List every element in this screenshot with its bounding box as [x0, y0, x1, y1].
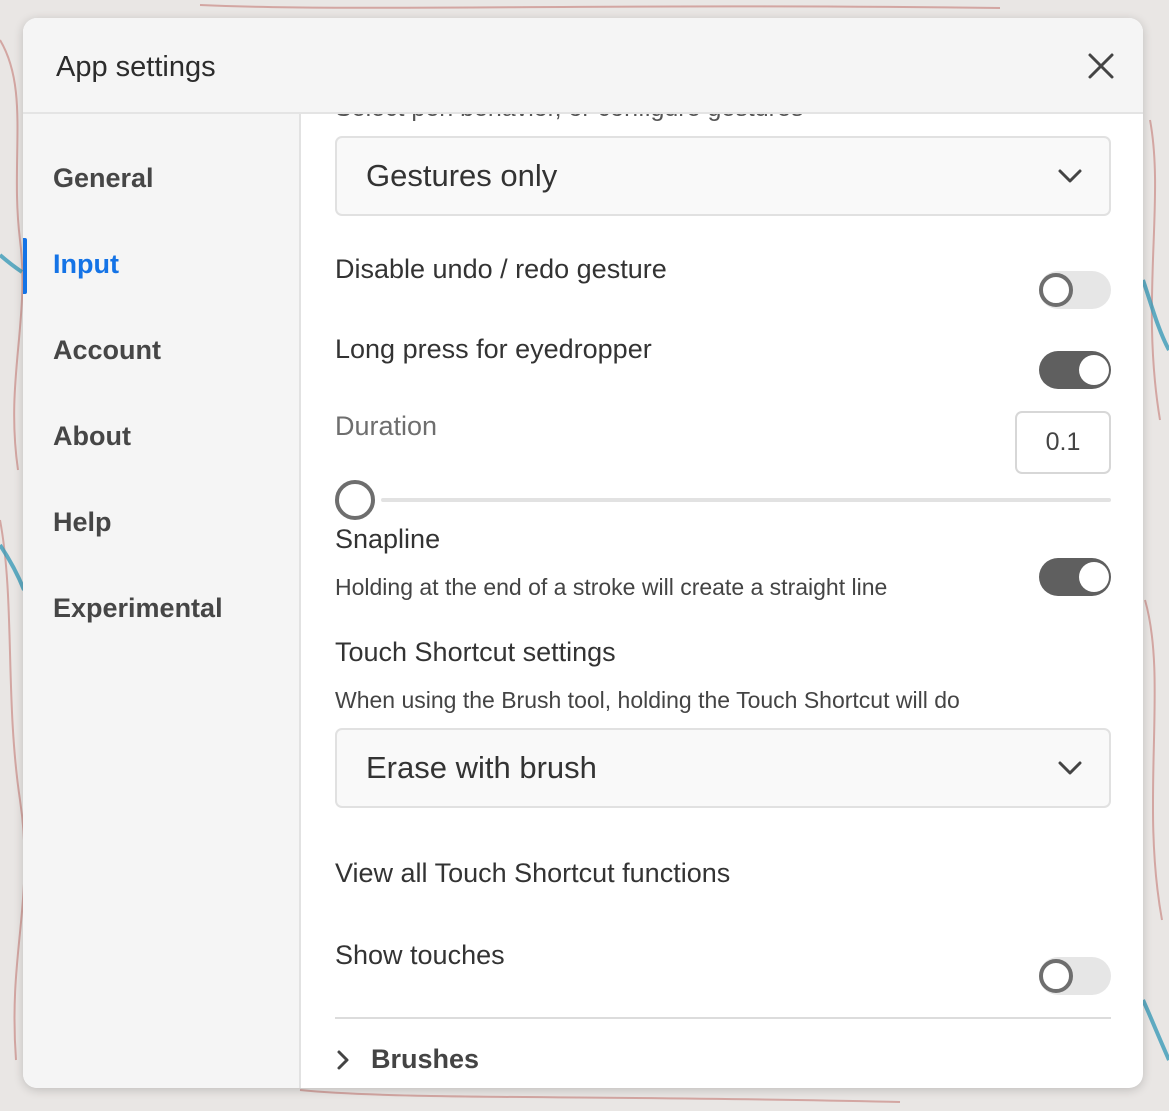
toggle-knob — [1079, 562, 1109, 592]
chevron-right-icon — [337, 1050, 349, 1069]
app-settings-dialog: App settings General Input Account About… — [23, 18, 1143, 1088]
sidebar-item-about[interactable]: About — [23, 406, 299, 466]
touch-shortcut-heading: Touch Shortcut settings — [335, 637, 616, 667]
cut-off-description: Select pen behavior, or configure gestur… — [335, 114, 803, 123]
duration-slider[interactable] — [335, 480, 1111, 520]
dialog-title: App settings — [56, 51, 216, 83]
slider-thumb[interactable] — [335, 480, 375, 520]
sidebar-item-general[interactable]: General — [23, 148, 299, 208]
input-mode-select-value: Gestures only — [366, 158, 558, 193]
sidebar-item-experimental[interactable]: Experimental — [23, 578, 299, 638]
duration-input[interactable]: 0.1 — [1015, 411, 1111, 474]
touch-shortcut-description: When using the Brush tool, holding the T… — [335, 687, 960, 713]
slider-track — [381, 498, 1111, 502]
snapline-label: Snapline — [335, 524, 441, 554]
settings-content[interactable]: Select pen behavior, or configure gestur… — [303, 114, 1143, 1088]
touch-shortcut-select-value: Erase with brush — [366, 750, 597, 785]
long-press-toggle[interactable] — [1039, 351, 1111, 389]
view-all-touch-shortcuts-link[interactable]: View all Touch Shortcut functions — [335, 858, 730, 889]
input-mode-select[interactable]: Gestures only — [335, 136, 1111, 216]
toggle-knob — [1039, 959, 1073, 993]
sidebar-item-account[interactable]: Account — [23, 320, 299, 380]
toggle-knob — [1039, 273, 1073, 307]
snapline-toggle[interactable] — [1039, 558, 1111, 596]
brushes-section-toggle[interactable]: Brushes — [335, 1044, 479, 1075]
brushes-section-label: Brushes — [371, 1044, 480, 1074]
long-press-label: Long press for eyedropper — [335, 334, 652, 364]
show-touches-label: Show touches — [335, 940, 505, 970]
chevron-down-icon — [1058, 761, 1082, 775]
dialog-header: App settings — [23, 18, 1143, 114]
disable-undo-label: Disable undo / redo gesture — [335, 254, 667, 284]
show-touches-toggle[interactable] — [1039, 957, 1111, 995]
sidebar-item-help[interactable]: Help — [23, 492, 299, 552]
close-icon — [1088, 53, 1114, 79]
section-divider — [335, 1017, 1111, 1019]
snapline-description: Holding at the end of a stroke will crea… — [335, 574, 888, 600]
sidebar-item-input[interactable]: Input — [23, 234, 299, 294]
close-button[interactable] — [1083, 48, 1119, 84]
chevron-down-icon — [1058, 169, 1082, 183]
settings-sidebar: General Input Account About Help Experim… — [23, 114, 301, 1088]
touch-shortcut-select[interactable]: Erase with brush — [335, 728, 1111, 808]
duration-label: Duration — [335, 411, 438, 441]
toggle-knob — [1079, 355, 1109, 385]
disable-undo-toggle[interactable] — [1039, 271, 1111, 309]
